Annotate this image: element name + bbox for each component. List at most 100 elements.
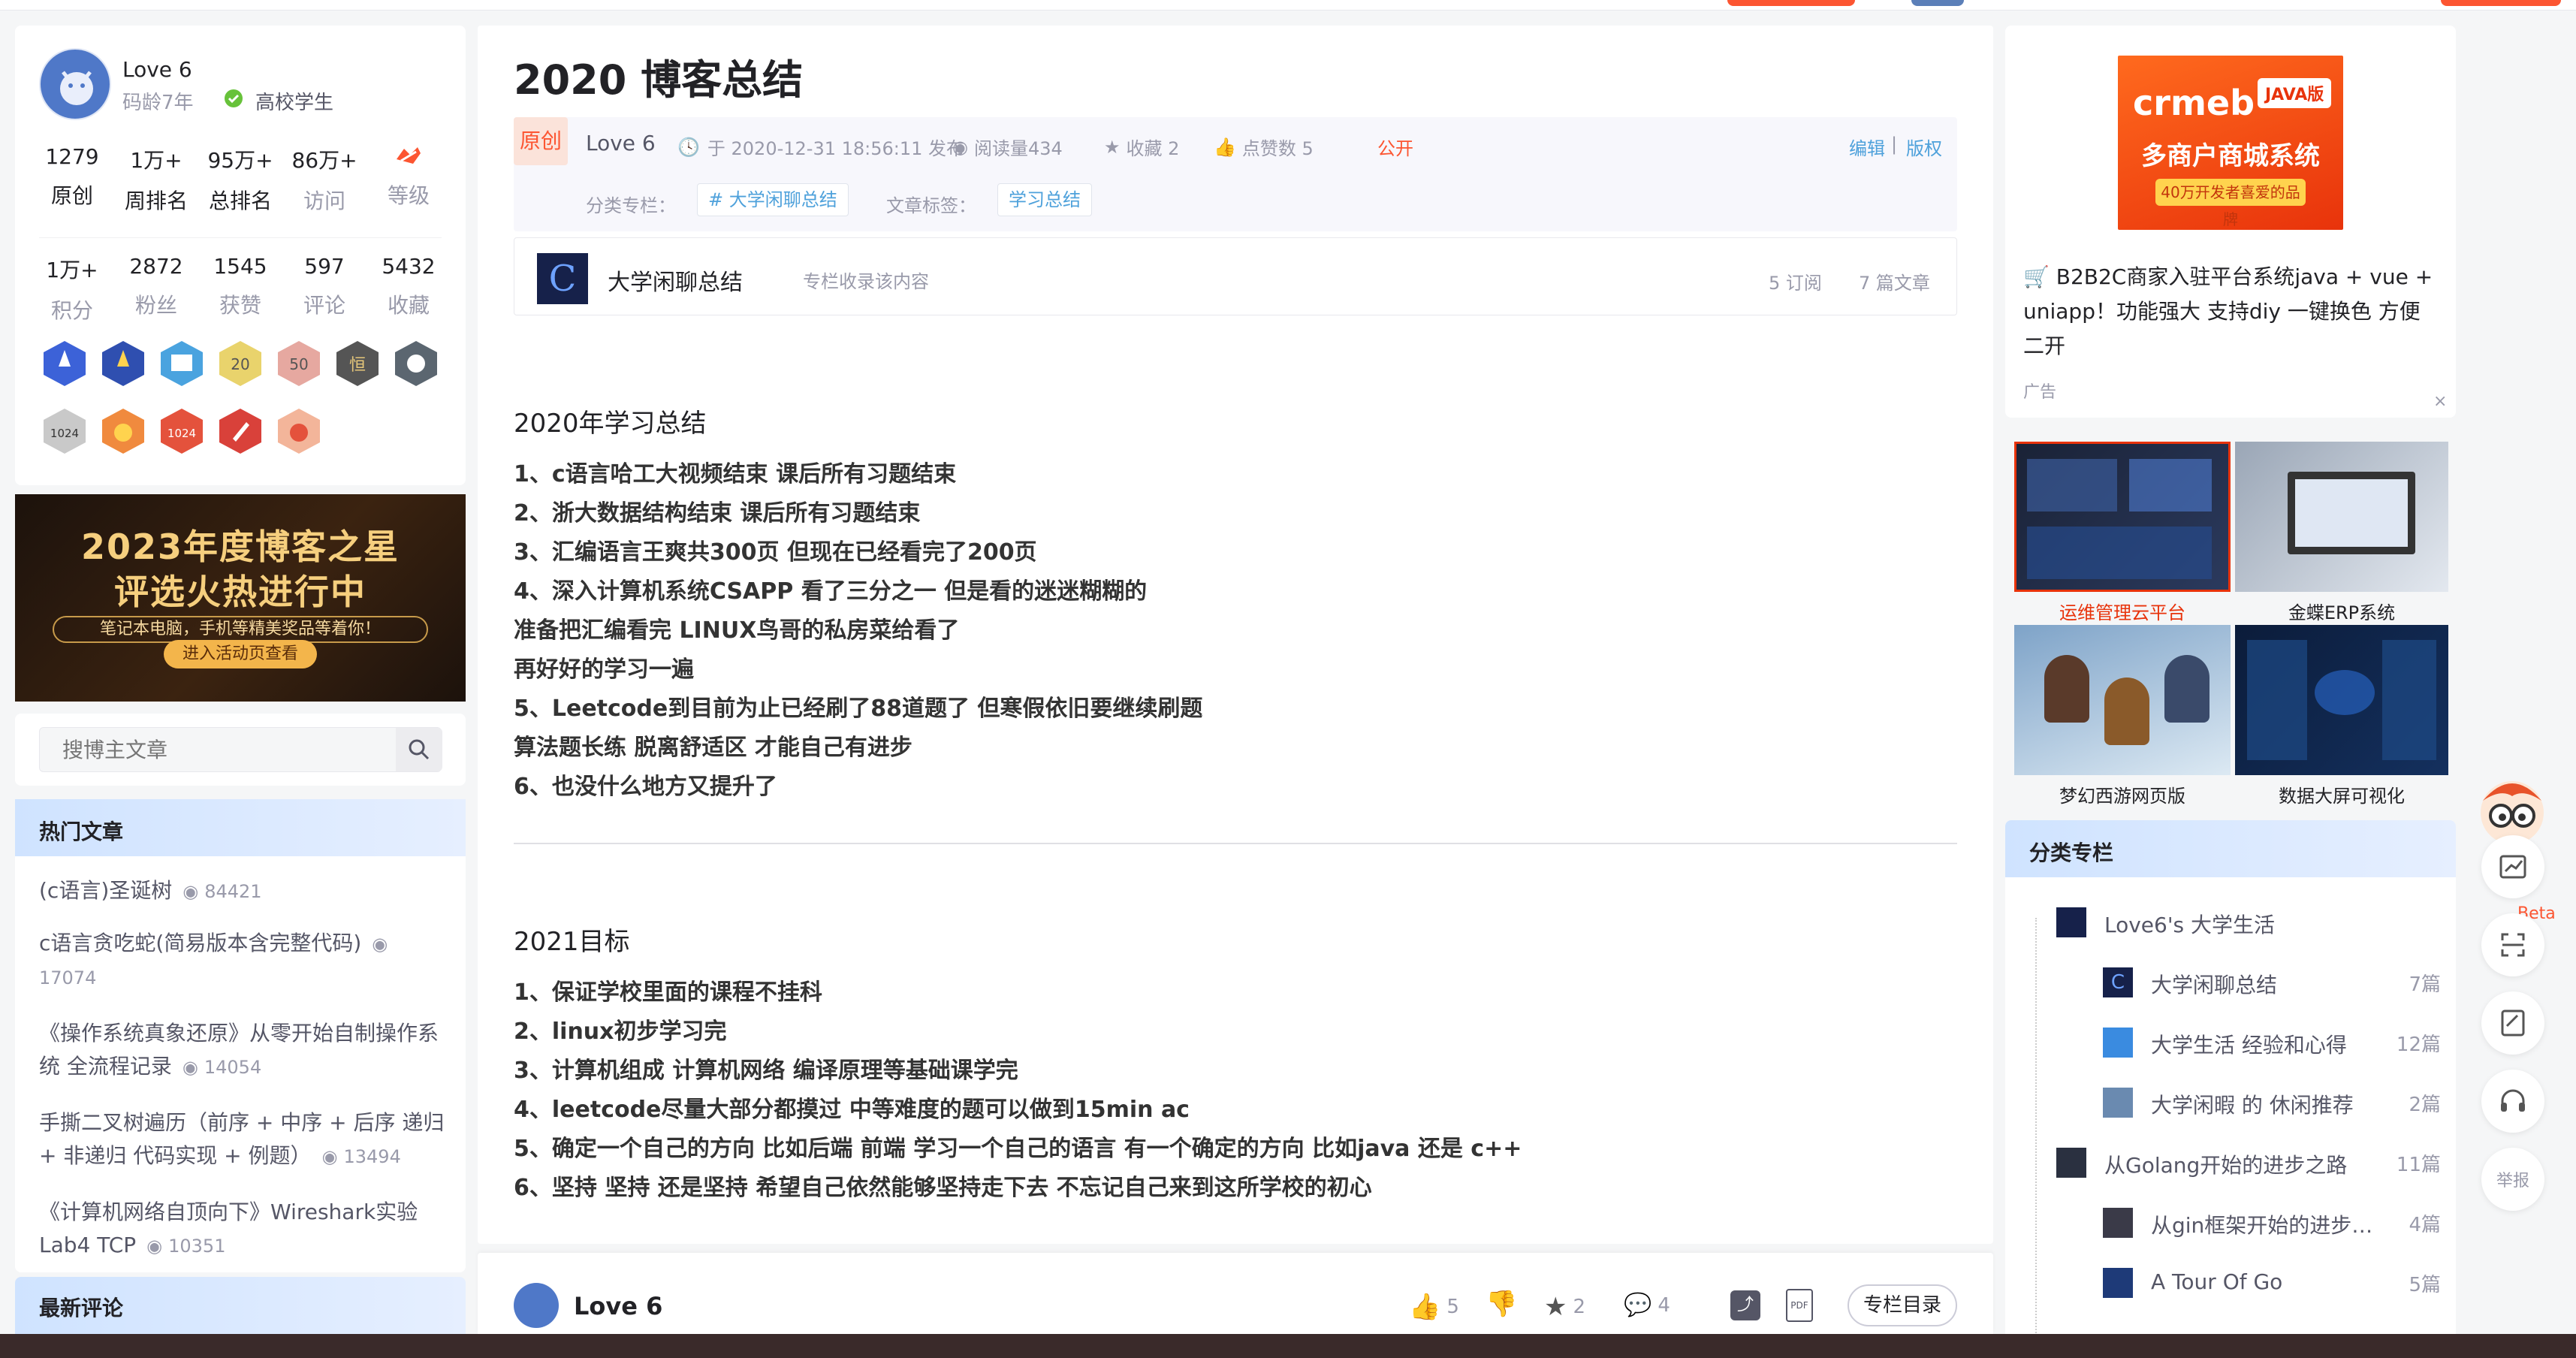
ad-image[interactable]: crmeb JAVA版 多商户商城系统 40万开发者喜爱的品牌 (2118, 56, 2343, 230)
profile-name[interactable]: Love 6 (122, 57, 192, 82)
column-item[interactable]: 从Golang开始的进步之路 11篇 (2056, 1145, 2448, 1181)
column-item[interactable]: 大学闲暇 的 休闲推荐 2篇 (2103, 1085, 2448, 1121)
support-button[interactable] (2481, 1070, 2544, 1133)
eye-icon: ◉ (952, 136, 968, 158)
tile-erp[interactable]: 金蝶ERP系统 (2235, 442, 2448, 623)
column-catalog-button[interactable]: 专栏目录 (1848, 1284, 1957, 1326)
columns-card: 分类专栏 Love6's 大学生活 C 大学闲聊总结 7篇 大学生活 经验和心得… (2005, 820, 2456, 1338)
github-badge-icon[interactable] (392, 340, 440, 391)
eye-icon: ◉ (321, 1146, 338, 1167)
like-button[interactable]: 👍 点赞数 5 (1214, 134, 1314, 160)
badge-50-icon[interactable]: 50 (275, 340, 323, 391)
banner-button[interactable]: 进入活动页查看 (164, 640, 317, 668)
stat-likes: 1545 获赞 (213, 254, 267, 318)
column-cover (2103, 1268, 2133, 1298)
favorite-button[interactable]: ★ 收藏 2 (1104, 134, 1179, 160)
hot-item[interactable]: 《操作系统真象还原》从零开始自制操作系统 全流程记录 ◉ 14054 (39, 1017, 445, 1084)
column-item[interactable]: Love6's 大学生活 (2056, 904, 2447, 940)
column-subscribers: 5 订阅 (1769, 273, 1822, 294)
column-box[interactable]: C 大学闲聊总结 专栏收录该内容 5 订阅 7 篇文章 (514, 237, 1957, 315)
column-cover (2103, 1088, 2133, 1118)
report-button[interactable]: 举报 (2481, 1148, 2544, 1211)
dislike-icon[interactable]: 👎 (1486, 1289, 1517, 1319)
stat-fans[interactable]: 2872 粉丝 (114, 254, 198, 319)
chart-icon (2499, 855, 2526, 879)
book-badge-icon[interactable] (158, 340, 206, 391)
footer-comment-button[interactable]: 💬 4 (1624, 1292, 1670, 1318)
ad-text[interactable]: 🛒 B2B2C商家入驻平台系统java + vue + uniapp！功能强大 … (2023, 260, 2441, 364)
top-nav-button[interactable] (1727, 0, 1855, 6)
blog-star-banner[interactable]: 2023年度博客之星 评选火热进行中 笔记本电脑，手机等精美奖品等着你！ 进入活… (15, 494, 466, 702)
stat-favorites: 5432 收藏 (382, 254, 436, 318)
tile-image (2014, 625, 2231, 775)
tile-game[interactable]: 梦幻西游网页版 (2014, 625, 2231, 807)
column-item[interactable]: 从gin框架开始的进步… 4篇 (2103, 1205, 2448, 1241)
top-nav-publish[interactable] (2441, 0, 2561, 6)
hot-item[interactable]: (c语言)圣诞树 ◉ 84421 (39, 874, 445, 904)
tile-ops-platform[interactable]: 运维管理云平台 (2014, 442, 2231, 623)
ad-badge: JAVA版 (2258, 78, 2332, 108)
avatar[interactable] (39, 48, 111, 120)
star-icon: ★ (1104, 136, 1121, 158)
scan-button[interactable] (2481, 913, 2544, 976)
trend-button[interactable] (2481, 835, 2544, 898)
badge-20-icon[interactable]: 20 (216, 340, 264, 391)
copyright-link[interactable]: 版权 (1906, 134, 1942, 160)
footer-author[interactable]: Love 6 (574, 1292, 662, 1320)
comment-icon: 💬 (1624, 1292, 1652, 1318)
pen-badge-icon[interactable] (216, 407, 264, 458)
list-2021: 1、保证学校里面的课程不挂科 2、linux初步学习完 3、计算机组成 计算机网络 … (514, 979, 1522, 1201)
footer-like-button[interactable]: 👍 5 (1409, 1292, 1459, 1322)
hot-item[interactable]: 《计算机网络自顶向下》Wireshark实验 Lab4 TCP ◉ 10351 (39, 1196, 445, 1263)
edit-link[interactable]: 编辑 (1849, 134, 1885, 160)
persist-badge-icon[interactable]: 恒 (333, 340, 382, 391)
ad-close-button[interactable]: × (2433, 392, 2447, 411)
share-icon[interactable]: ⤴ (1730, 1290, 1760, 1320)
badge-1024-red-icon[interactable]: 1024 (158, 407, 206, 458)
article-author[interactable]: Love 6 (586, 131, 656, 155)
svg-text:20: 20 (231, 355, 249, 373)
top-nav-avatar[interactable] (1911, 0, 1964, 6)
profile-badge: 高校学生 (255, 92, 334, 114)
stat-total-rank[interactable]: 95万+ 总排名 (198, 144, 282, 215)
search-button[interactable] (396, 728, 442, 771)
hot-item[interactable]: 手撕二叉树遍历（前序 + 中序 + 后序 递归 + 非递归 代码实现 + 例题）… (39, 1106, 445, 1173)
tile-image (2235, 442, 2448, 592)
svg-text:1024: 1024 (50, 427, 79, 440)
note-button[interactable] (2481, 991, 2544, 1055)
column-article-count: 7 篇文章 (1859, 273, 1930, 294)
stat-level[interactable]: 等级 (366, 144, 451, 210)
article-title: 2020 博客总结 (514, 56, 804, 104)
columns-header: 分类专栏 (2005, 820, 2456, 877)
column-item[interactable]: A Tour Of Go 5篇 (2103, 1265, 2448, 1301)
scan-icon (2501, 933, 2525, 957)
article-tag[interactable]: 学习总结 (997, 183, 1092, 216)
eye-icon: ◉ (146, 1236, 163, 1257)
stat-original[interactable]: 1279 原创 (30, 144, 114, 210)
column-tag[interactable]: # 大学闲聊总结 (697, 183, 849, 216)
badge-1024-icon[interactable]: 1024 (41, 407, 89, 458)
rocket-badge-2-icon[interactable] (99, 340, 147, 391)
ad-card[interactable]: crmeb JAVA版 多商户商城系统 40万开发者喜爱的品牌 🛒 B2B2C商… (2005, 26, 2456, 418)
search-card (15, 714, 466, 786)
eye-icon: ◉ (182, 881, 199, 902)
search-input[interactable] (40, 728, 396, 771)
hot-articles-header: 热门文章 (15, 799, 466, 856)
tile-dashboard[interactable]: 数据大屏可视化 (2235, 625, 2448, 807)
ox-badge-icon[interactable] (275, 407, 323, 458)
hot-item[interactable]: c语言贪吃蛇(简易版本含完整代码) ◉ 17074 (39, 927, 445, 994)
column-item[interactable]: 大学生活 经验和心得 12篇 (2103, 1025, 2448, 1061)
footer-favorite-button[interactable]: ★ 2 (1544, 1292, 1585, 1322)
eye-icon: ◉ (372, 934, 388, 955)
rocket-badge-icon[interactable] (41, 340, 89, 391)
top-nav-strip (0, 0, 2576, 11)
read-count: ◉ 阅读量434 (952, 136, 1063, 160)
stat-week-rank[interactable]: 1万+ 周排名 (114, 144, 198, 215)
footer-avatar[interactable] (514, 1283, 559, 1328)
pdf-icon[interactable]: PDF (1786, 1289, 1813, 1322)
banner-line-1: 2023年度博客之星 (80, 527, 400, 567)
column-item[interactable]: C 大学闲聊总结 7篇 (2103, 964, 2448, 1000)
medal-badge-icon[interactable] (99, 407, 147, 458)
search-box (39, 727, 442, 772)
banner-line-2: 评选火热进行中 (114, 572, 366, 612)
